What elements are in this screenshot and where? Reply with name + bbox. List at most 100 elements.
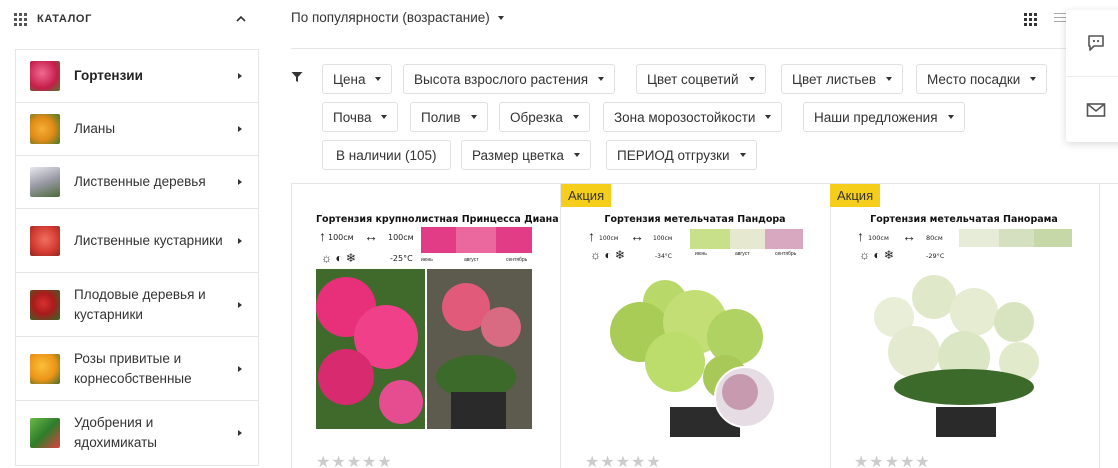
- month-label: июнь: [695, 251, 707, 257]
- filter-price[interactable]: Цена: [322, 64, 393, 94]
- sidebar-item-label: Плодовые деревья и кустарники: [74, 286, 206, 322]
- chevron-down-icon: [947, 115, 954, 119]
- grid-icon: [14, 12, 27, 26]
- chevron-right-icon: [238, 365, 242, 372]
- rating-stars[interactable]: ★★★★★: [585, 452, 662, 468]
- svg-text:☼ ◐ ❄: ☼ ◐ ❄: [321, 251, 356, 265]
- filter-label: Цена: [333, 71, 366, 87]
- divider: [291, 48, 1071, 49]
- chevron-right-icon: [238, 430, 242, 436]
- chevron-right-icon: [238, 179, 242, 185]
- filter-leaf-color[interactable]: Цвет листьев: [781, 64, 904, 94]
- chevron-down-icon: [375, 77, 382, 81]
- filter-flower-color[interactable]: Цвет соцветий: [636, 64, 766, 94]
- product-image[interactable]: Гортензия метельчатая Пандора ↑ 100см ↔ …: [585, 210, 805, 460]
- width-value: 80см: [926, 234, 943, 242]
- filter-label: Цвет соцветий: [647, 71, 739, 87]
- svg-text:↔: ↔: [902, 228, 916, 244]
- chat-button[interactable]: [1066, 10, 1118, 76]
- filter-hardiness-zone[interactable]: Зона морозостойкости: [603, 102, 783, 132]
- filter-label: Почва: [333, 109, 372, 125]
- svg-text:☼ ◐ ❄: ☼ ◐ ❄: [590, 248, 625, 262]
- sidebar-item-hydrangeas[interactable]: Гортензии: [16, 50, 258, 103]
- sidebar-item-deciduous-trees[interactable]: Лиственные деревья: [16, 156, 258, 209]
- product-info-graphic: ↑ 100см ↔ 100см ☼ ◐ ❄ -34°C июнь август …: [588, 228, 803, 437]
- rating-stars[interactable]: ★★★★★: [316, 452, 393, 468]
- product-image[interactable]: Гортензия крупнолистная Принцесса Диана …: [316, 210, 559, 460]
- svg-text:↔: ↔: [630, 228, 644, 244]
- filter-label: Высота взрослого растения: [414, 71, 589, 87]
- grid-view-icon[interactable]: [1024, 13, 1037, 26]
- month-label: сентябрь: [506, 257, 528, 263]
- chevron-down-icon: [573, 153, 580, 157]
- catalog-title: КАТАЛОГ: [37, 13, 92, 25]
- email-button[interactable]: [1066, 76, 1118, 142]
- contact-panel: [1066, 10, 1118, 142]
- filter-planting-place[interactable]: Место посадки: [916, 64, 1048, 94]
- chevron-right-icon: [238, 301, 242, 308]
- product-card[interactable]: Гортензия крупнолистная Принцесса Диана …: [291, 184, 561, 468]
- rating-stars[interactable]: ★★★★★: [854, 452, 931, 468]
- category-thumbnail: [30, 289, 60, 320]
- product-image[interactable]: Гортензия метельчатая Панорама ↑ 100см ↔…: [854, 210, 1074, 460]
- list-view-icon[interactable]: [1054, 13, 1066, 24]
- catalog-header[interactable]: КАТАЛОГ: [14, 8, 260, 30]
- product-image-title: Гортензия метельчатая Пандора: [604, 214, 786, 225]
- svg-text:↑: ↑: [319, 228, 326, 244]
- sidebar-item-fertilizers[interactable]: Удобрения и ядохимикаты: [16, 401, 258, 465]
- sidebar-item-label: Лианы: [74, 121, 116, 136]
- filter-label: Размер цветка: [472, 147, 564, 163]
- svg-text:↑: ↑: [857, 228, 864, 244]
- sidebar-item-deciduous-shrubs[interactable]: Лиственные кустарники: [16, 209, 258, 273]
- month-label: август: [464, 257, 479, 263]
- sidebar-item-vines[interactable]: Лианы: [16, 103, 258, 156]
- product-card[interactable]: Акция Гортензия метельчатая Панорама ↑ 1…: [830, 184, 1100, 468]
- filter-our-offers[interactable]: Наши предложения: [803, 102, 965, 132]
- sidebar-item-label: Розы привитые и корнесобственные: [74, 350, 192, 386]
- filter-flower-size[interactable]: Размер цветка: [461, 140, 591, 170]
- temperature-value: -34°C: [655, 253, 672, 260]
- sidebar-item-label: Удобрения и ядохимикаты: [74, 415, 157, 450]
- chevron-down-icon: [497, 15, 504, 20]
- filter-pruning[interactable]: Обрезка: [499, 102, 590, 132]
- chevron-up-icon[interactable]: [236, 14, 246, 24]
- category-thumbnail: [30, 353, 60, 384]
- chevron-down-icon: [470, 115, 477, 119]
- filter-label: Место посадки: [927, 71, 1021, 87]
- product-info-graphic: ↑ 100см ↔ 100см ☼ ◐ ❄ -25°C июнь август …: [316, 227, 532, 429]
- chevron-down-icon: [748, 77, 755, 81]
- month-label: август: [735, 251, 750, 257]
- filter-height[interactable]: Высота взрослого растения: [403, 64, 616, 94]
- svg-text:↑: ↑: [588, 228, 595, 244]
- category-thumbnail: [30, 418, 60, 448]
- chevron-right-icon: [238, 126, 242, 132]
- filter-label: Наши предложения: [814, 109, 938, 125]
- category-thumbnail: [30, 61, 60, 91]
- filter-label: ПЕРИОД отгрузки: [617, 147, 730, 163]
- temperature-value: -25°C: [390, 254, 413, 263]
- sale-badge: Акция: [830, 184, 881, 207]
- filter-in-stock[interactable]: В наличии (105): [322, 140, 451, 170]
- product-image-title: Гортензия метельчатая Панорама: [870, 214, 1058, 225]
- sidebar-item-label: Лиственные кустарники: [74, 232, 223, 248]
- chevron-down-icon: [739, 153, 746, 157]
- month-label: сентябрь: [775, 251, 797, 257]
- chevron-down-icon: [598, 77, 605, 81]
- category-thumbnail: [30, 114, 60, 144]
- temperature-value: -29°C: [926, 252, 945, 260]
- chevron-down-icon: [886, 77, 893, 81]
- catalog-list: Гортензии Лианы Лиственные деревья Листв…: [15, 49, 259, 466]
- category-thumbnail: [30, 225, 60, 256]
- envelope-icon: [1086, 102, 1106, 117]
- sidebar-item-roses[interactable]: Розы привитые и корнесобственные: [16, 337, 258, 401]
- filter-soil[interactable]: Почва: [322, 102, 399, 132]
- filter-watering[interactable]: Полив: [410, 102, 488, 132]
- sidebar-item-label: Лиственные деревья: [74, 174, 206, 189]
- filter-shipping-period[interactable]: ПЕРИОД отгрузки: [606, 140, 757, 170]
- product-grid: Гортензия крупнолистная Принцесса Диана …: [291, 183, 1118, 468]
- sidebar-item-fruit-trees[interactable]: Плодовые деревья и кустарники: [16, 273, 258, 337]
- sort-dropdown[interactable]: По популярности (возрастание): [291, 10, 504, 25]
- height-value: 100см: [599, 235, 618, 242]
- svg-text:↔: ↔: [364, 228, 378, 244]
- product-card[interactable]: Акция Гортензия метельчатая Пандора ↑ 10…: [561, 184, 831, 468]
